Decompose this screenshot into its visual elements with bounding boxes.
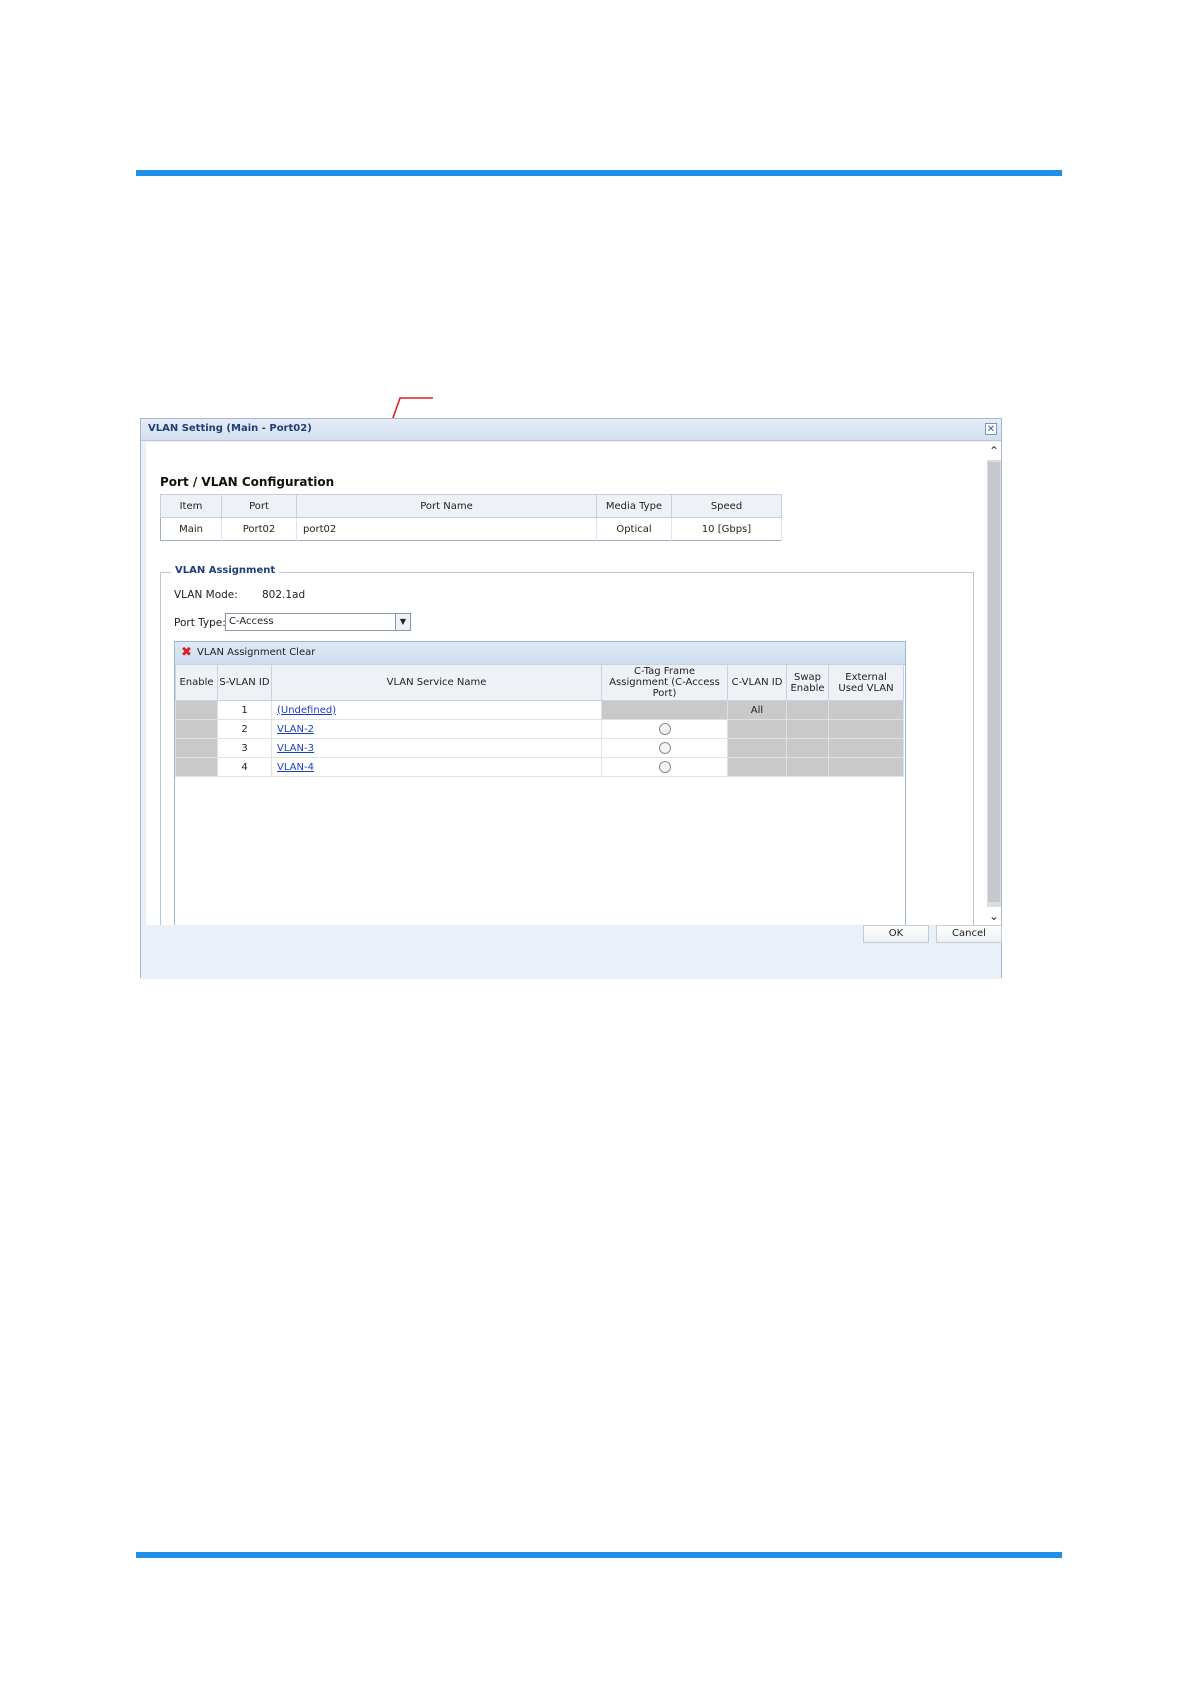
col-port-name: Port Name	[296, 494, 597, 518]
vlan-table: Enable S-VLAN ID VLAN Service Name C-Tag…	[175, 664, 904, 777]
col-media-type: Media Type	[596, 494, 672, 518]
ctag-radio[interactable]	[658, 723, 671, 735]
cell-enable	[175, 757, 218, 777]
chevron-down-icon[interactable]: ▼	[395, 614, 410, 630]
col-cvlan-id: C-VLAN ID	[727, 664, 787, 701]
col-swap-line2: Enable	[790, 682, 825, 694]
cell-svlan-id: 2	[217, 719, 272, 739]
cell-service-name: VLAN-4	[271, 757, 602, 777]
cell-cvlan-id	[727, 757, 787, 777]
vlan-assignment-legend: VLAN Assignment	[171, 565, 280, 576]
cell-item: Main	[160, 517, 222, 541]
col-external-used: External Used VLAN	[828, 664, 904, 701]
cell-media-type: Optical	[596, 517, 672, 541]
cell-enable	[175, 719, 218, 739]
table-row: 4 VLAN-4	[175, 757, 904, 777]
ctag-radio[interactable]	[658, 761, 671, 773]
cell-swap	[786, 757, 829, 777]
ok-button[interactable]: OK	[863, 925, 929, 943]
cell-external	[828, 738, 904, 758]
col-ext-line1: External	[845, 671, 887, 683]
dialog-footer: OK Cancel	[141, 925, 1002, 979]
cell-external	[828, 757, 904, 777]
vlan-assignment-group: VLAN Assignment VLAN Mode: 802.1ad Port …	[160, 565, 974, 925]
port-config-heading: Port / VLAN Configuration	[160, 475, 335, 489]
dialog-content: Port / VLAN Configuration Item Port Port…	[146, 442, 987, 925]
col-enable: Enable	[175, 664, 218, 701]
cell-port-name: port02	[296, 517, 597, 541]
table-row: Main Port02 port02 Optical 10 [Gbps]	[160, 517, 782, 541]
col-item: Item	[160, 494, 222, 518]
cell-swap	[786, 719, 829, 739]
cell-service-name: VLAN-3	[271, 738, 602, 758]
cell-enable	[175, 700, 218, 720]
cell-svlan-id: 4	[217, 757, 272, 777]
cell-cvlan-id	[727, 719, 787, 739]
scroll-thumb[interactable]	[988, 462, 1000, 902]
clear-x-icon[interactable]: ✖	[181, 646, 192, 659]
col-swap-enable: Swap Enable	[786, 664, 829, 701]
vlan-mode-label: VLAN Mode:	[174, 589, 238, 601]
cell-external	[828, 719, 904, 739]
col-ctag-line2: Assignment (C-Access Port)	[609, 677, 720, 699]
cell-enable	[175, 738, 218, 758]
cell-ctag	[601, 700, 728, 720]
cell-ctag	[601, 719, 728, 739]
table-row: 2 VLAN-2	[175, 719, 904, 739]
col-svlan-id: S-VLAN ID	[217, 664, 272, 701]
col-service-name: VLAN Service Name	[271, 664, 602, 701]
close-icon[interactable]: ✕	[985, 423, 997, 435]
cell-svlan-id: 3	[217, 738, 272, 758]
col-swap-line1: Swap	[793, 671, 821, 683]
vlan-assignment-grid: ✖ VLAN Assignment Clear Enable S-VLAN ID…	[174, 641, 906, 925]
cell-service-name: (Undefined)	[271, 700, 602, 720]
port-type-select[interactable]: C-Access ▼	[225, 613, 411, 631]
port-config-table: Item Port Port Name Media Type Speed Mai…	[160, 494, 782, 541]
cell-swap	[786, 700, 829, 720]
cell-service-name: VLAN-2	[271, 719, 602, 739]
col-speed: Speed	[671, 494, 782, 518]
cell-cvlan-id: All	[727, 700, 787, 720]
col-ctag-frame: C-Tag Frame Assignment (C-Access Port)	[601, 664, 728, 701]
vlan-mode-value: 802.1ad	[262, 589, 306, 601]
vlan-assignment-clear-button[interactable]: VLAN Assignment Clear	[197, 647, 315, 658]
cancel-button[interactable]: Cancel	[936, 925, 1002, 943]
col-port: Port	[221, 494, 297, 518]
port-type-label: Port Type:	[174, 617, 226, 629]
vlan-setting-dialog: VLAN Setting (Main - Port02) ✕ Port / VL…	[140, 418, 1002, 979]
grid-toolbar: ✖ VLAN Assignment Clear	[175, 642, 905, 665]
vlan-link[interactable]: VLAN-2	[277, 724, 314, 735]
cell-cvlan-id	[727, 738, 787, 758]
cell-svlan-id: 1	[217, 700, 272, 720]
col-ext-line2: Used VLAN	[838, 682, 894, 694]
ctag-radio[interactable]	[658, 742, 671, 754]
col-ctag-line1: C-Tag Frame	[634, 666, 695, 677]
cell-port: Port02	[221, 517, 297, 541]
chevron-up-icon[interactable]: ⌃	[987, 442, 1001, 460]
cell-swap	[786, 738, 829, 758]
port-type-value: C-Access	[229, 616, 274, 627]
cell-external	[828, 700, 904, 720]
vlan-link[interactable]: VLAN-3	[277, 743, 314, 754]
chevron-down-icon[interactable]: ⌄	[987, 907, 1001, 925]
cell-ctag	[601, 738, 728, 758]
table-row: 3 VLAN-3	[175, 738, 904, 758]
cell-speed: 10 [Gbps]	[671, 517, 782, 541]
bottom-rule	[136, 1552, 1062, 1558]
vlan-link[interactable]: VLAN-4	[277, 762, 314, 773]
table-row: 1 (Undefined) All	[175, 700, 904, 720]
vlan-link[interactable]: (Undefined)	[277, 705, 336, 716]
dialog-titlebar: VLAN Setting (Main - Port02) ✕	[141, 419, 1001, 441]
dialog-title: VLAN Setting (Main - Port02)	[148, 423, 312, 434]
vertical-scrollbar[interactable]: ⌃ ⌄	[987, 442, 1001, 925]
cell-ctag	[601, 757, 728, 777]
